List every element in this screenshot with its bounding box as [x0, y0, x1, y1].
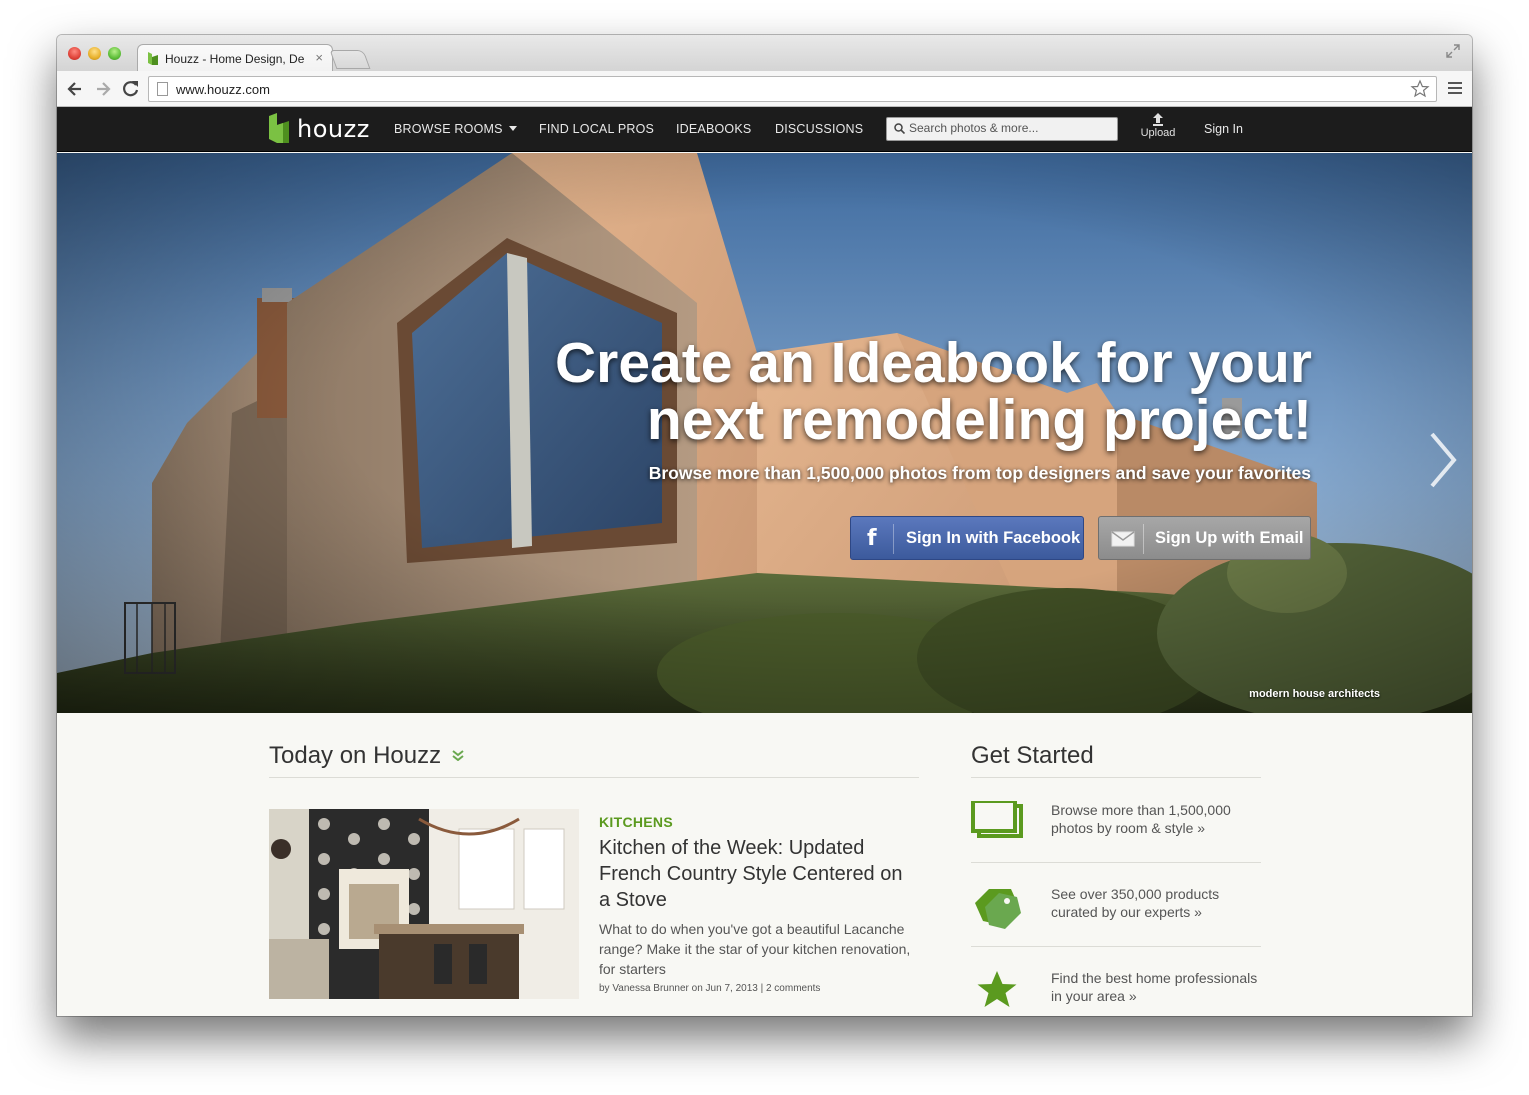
search-box[interactable] [886, 117, 1118, 141]
kitchen-photo [269, 809, 579, 999]
get-started-text-products: See over 350,000 products curated by our… [1051, 886, 1220, 920]
get-started-item-photos[interactable]: Browse more than 1,500,000 photos by roo… [971, 801, 1261, 885]
back-arrow-icon[interactable] [65, 79, 85, 99]
hero-title: Create an Ideabook for your next remodel… [412, 335, 1312, 449]
get-started-divider [971, 777, 1261, 778]
upload-arrow-icon [1153, 113, 1163, 126]
star-icon [977, 971, 1017, 1007]
forward-arrow-icon[interactable] [93, 79, 113, 99]
sign-in-facebook-button[interactable]: f Sign In with Facebook [850, 516, 1084, 560]
search-icon [894, 123, 905, 134]
browser-menu-icon[interactable] [1448, 82, 1462, 94]
button-separator [893, 524, 894, 554]
mail-icon [1111, 531, 1135, 547]
photos-icon [971, 801, 1023, 838]
today-heading: Today on Houzz [269, 742, 464, 770]
get-started-heading: Get Started [971, 742, 1094, 769]
close-window-button[interactable] [68, 47, 81, 60]
article-byline: by Vanessa Brunner on Jun 7, 2013 | 2 co… [599, 983, 821, 994]
get-started-divider-2 [971, 946, 1261, 947]
article-description: What to do when you've got a beautiful L… [599, 921, 911, 977]
search-input[interactable] [909, 121, 1109, 135]
tab-houzz[interactable]: Houzz - Home Design, De × [137, 44, 333, 72]
sign-in-link[interactable]: Sign In [1204, 122, 1243, 136]
minimize-window-button[interactable] [88, 47, 101, 60]
chevron-right-icon[interactable] [1426, 430, 1458, 490]
fullscreen-icon[interactable] [1446, 44, 1460, 58]
tab-close-icon[interactable]: × [315, 50, 323, 65]
sign-up-email-label: Sign Up with Email [1155, 529, 1304, 547]
tab-title: Houzz - Home Design, De [165, 52, 305, 66]
button-separator [1143, 524, 1144, 554]
article-title[interactable]: Kitchen of the Week: Updated French Coun… [599, 835, 919, 913]
nav-ideabooks[interactable]: IDEABOOKS [676, 122, 751, 136]
article-category[interactable]: KITCHENS [599, 814, 673, 830]
double-chevron-down-icon[interactable] [452, 750, 464, 761]
hero-title-line-1: Create an Ideabook for your [554, 331, 1312, 395]
browser-window: Houzz - Home Design, De × www.houzz.com [57, 35, 1472, 1016]
photo-credit[interactable]: modern house architects [1249, 688, 1380, 700]
get-started-item-pros[interactable]: Find the best home professionals in your… [971, 969, 1261, 1016]
hero-subtitle: Browse more than 1,500,000 photos from t… [648, 463, 1311, 483]
site-header: houzz BROWSE ROOMS FIND LOCAL PROS IDEAB… [57, 107, 1472, 152]
today-divider [269, 777, 919, 778]
get-started-divider-1 [971, 862, 1261, 863]
upload-button[interactable]: Upload [1138, 113, 1178, 139]
reload-icon[interactable] [121, 79, 141, 99]
address-bar[interactable]: www.houzz.com [148, 76, 1437, 102]
browser-toolbar: www.houzz.com [57, 71, 1472, 107]
houzz-logo-icon [269, 113, 289, 143]
sign-in-facebook-label: Sign In with Facebook [906, 529, 1081, 547]
nav-browse-rooms[interactable]: BROWSE ROOMS [394, 122, 517, 136]
houzz-favicon-icon [148, 52, 158, 65]
url-text[interactable]: www.houzz.com [176, 82, 270, 97]
page-icon [157, 82, 168, 96]
get-started-text-pros: Find the best home professionals in your… [1051, 970, 1258, 1004]
caret-down-icon [508, 126, 517, 131]
bookmark-star-icon[interactable] [1410, 79, 1430, 99]
tags-icon [975, 889, 1021, 929]
tab-strip: Houzz - Home Design, De × [57, 35, 1472, 72]
facebook-icon: f [867, 526, 877, 551]
new-tab-button[interactable] [329, 50, 371, 69]
hero-banner: Create an Ideabook for your next remodel… [57, 153, 1472, 713]
get-started-item-products[interactable]: See over 350,000 products curated by our… [971, 885, 1261, 969]
logo-text: houzz [297, 115, 370, 143]
get-started-text-photos: Browse more than 1,500,000 photos by roo… [1051, 802, 1231, 836]
sign-up-email-button[interactable]: Sign Up with Email [1098, 516, 1311, 560]
nav-find-local-pros[interactable]: FIND LOCAL PROS [539, 122, 654, 136]
article-image[interactable] [269, 809, 579, 999]
nav-browse-rooms-label: BROWSE ROOMS [394, 122, 503, 136]
zoom-window-button[interactable] [108, 47, 121, 60]
nav-discussions[interactable]: DISCUSSIONS [775, 122, 863, 136]
hero-title-line-2: next remodeling project! [646, 388, 1312, 452]
upload-label: Upload [1140, 127, 1176, 139]
today-heading-text: Today on Houzz [269, 742, 442, 769]
